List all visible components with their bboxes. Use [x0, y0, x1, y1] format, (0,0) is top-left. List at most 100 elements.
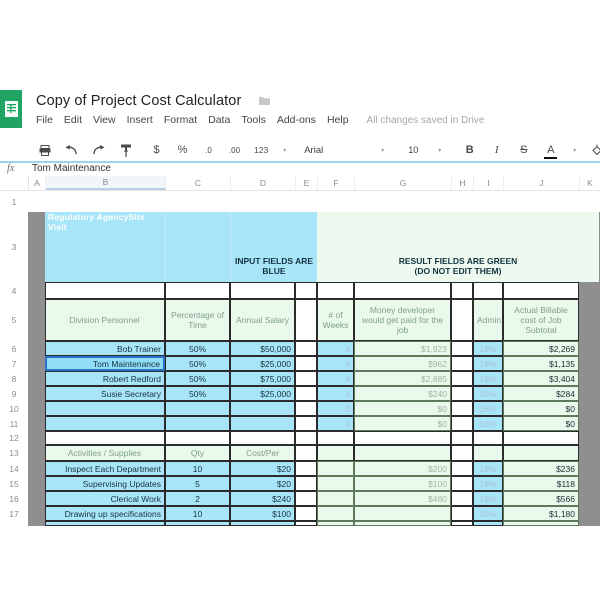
cell-A7[interactable] [28, 356, 45, 371]
cell-D7-salary[interactable]: $25,000 [230, 356, 295, 371]
row-header-partial[interactable] [0, 521, 28, 526]
cell-E17[interactable] [295, 506, 317, 521]
cell-B17-activity[interactable]: Drawing up specifications [45, 506, 165, 521]
column-header-B[interactable]: B [46, 176, 166, 190]
redo-icon[interactable] [92, 142, 105, 158]
column-header-E[interactable]: E [296, 176, 318, 190]
cell-K11[interactable] [579, 416, 600, 431]
cell-D5-header-salary[interactable]: Annual Salary [230, 299, 295, 341]
cell-C3[interactable] [165, 212, 230, 282]
cell-G15-money[interactable]: $100 [354, 476, 451, 491]
row-header-6[interactable]: 6 [0, 341, 28, 356]
cell-F9-weeks[interactable]: 1 [317, 386, 354, 401]
cell-F4[interactable] [317, 282, 354, 299]
cell-B12[interactable] [45, 431, 165, 445]
cell-F-partial[interactable] [317, 521, 354, 526]
cell-G14-money[interactable]: $200 [354, 461, 451, 476]
menu-view[interactable]: View [93, 114, 116, 126]
cell-E15[interactable] [295, 476, 317, 491]
row-header-9[interactable]: 9 [0, 386, 28, 401]
cell-J5-header-subtotal[interactable]: Actual Billable cost of Job Subtotal [503, 299, 579, 341]
decrease-decimal-button[interactable]: .0 [202, 142, 215, 158]
cell-I8-admin[interactable]: 18% [473, 371, 503, 386]
cell-D8-salary[interactable]: $75,000 [230, 371, 295, 386]
font-family-chevron-down-icon[interactable]: ▾ [381, 147, 384, 154]
column-header-A[interactable]: A [29, 176, 46, 190]
cell-E4[interactable] [295, 282, 317, 299]
cell-B9-name[interactable]: Susie Secretary [45, 386, 165, 401]
cell-I16-admin[interactable]: 18% [473, 491, 503, 506]
cell-J16-subtotal[interactable]: $566 [503, 491, 579, 506]
row-header-15[interactable]: 15 [0, 476, 28, 491]
cell-E13[interactable] [295, 445, 317, 461]
cell-C14-qty[interactable]: 10 [165, 461, 230, 476]
column-header-C[interactable]: C [166, 176, 231, 190]
cell-F11-weeks[interactable]: 0 [317, 416, 354, 431]
cell-K15[interactable] [579, 476, 600, 491]
cell-J6-subtotal[interactable]: $2,269 [503, 341, 579, 356]
cell-D12[interactable] [230, 431, 295, 445]
menu-edit[interactable]: Edit [64, 114, 82, 126]
cell-J13[interactable] [503, 445, 579, 461]
cell-B8-name[interactable]: Robert Redford [45, 371, 165, 386]
cell-H13[interactable] [451, 445, 473, 461]
cell-G6-money[interactable]: $1,923 [354, 341, 451, 356]
cell-D3-banner-input[interactable]: INPUT FIELDS ARE BLUE [230, 212, 317, 282]
row-header-17[interactable]: 17 [0, 506, 28, 521]
cell-G9-money[interactable]: $240 [354, 386, 451, 401]
cell-A6[interactable] [28, 341, 45, 356]
cell-J14-subtotal[interactable]: $236 [503, 461, 579, 476]
cell-B16-activity[interactable]: Clerical Work [45, 491, 165, 506]
formula-bar[interactable]: fx Tom Maintenance [0, 160, 600, 177]
cell-G8-money[interactable]: $2,885 [354, 371, 451, 386]
column-header-G[interactable]: G [355, 176, 452, 190]
row-header-3[interactable]: 3 [0, 212, 28, 282]
cell-C8-pct[interactable]: 50% [165, 371, 230, 386]
cell-C6-pct[interactable]: 50% [165, 341, 230, 356]
cell-K9[interactable] [579, 386, 600, 401]
cell-H17[interactable] [451, 506, 473, 521]
menu-data[interactable]: Data [208, 114, 230, 126]
row-header-14[interactable]: 14 [0, 461, 28, 476]
cell-F3-banner-result[interactable]: RESULT FIELDS ARE GREEN (DO NOT EDIT THE… [317, 212, 599, 282]
cell-A13[interactable] [28, 445, 45, 461]
cell-B-partial[interactable] [45, 521, 165, 526]
cell-J7-subtotal[interactable]: $1,135 [503, 356, 579, 371]
cell-K5[interactable] [579, 299, 600, 341]
row-header-7[interactable]: 7 [0, 356, 28, 371]
menu-insert[interactable]: Insert [127, 114, 153, 126]
cell-A-partial[interactable] [28, 521, 45, 526]
cell-A14[interactable] [28, 461, 45, 476]
font-size-select[interactable]: 10 [408, 145, 418, 155]
row-header-5[interactable]: 5 [0, 299, 28, 341]
cell-J11-subtotal[interactable]: $0 [503, 416, 579, 431]
cell-E7[interactable] [295, 356, 317, 371]
undo-icon[interactable] [65, 142, 78, 158]
cell-K4[interactable] [579, 282, 600, 299]
cell-H-partial[interactable] [451, 521, 473, 526]
cell-C13-header-qty[interactable]: Qty [165, 445, 230, 461]
cell-C16-qty[interactable]: 2 [165, 491, 230, 506]
cell-H4[interactable] [451, 282, 473, 299]
cell-A4[interactable] [28, 282, 45, 299]
cell-F17[interactable] [317, 506, 354, 521]
cell-F16[interactable] [317, 491, 354, 506]
cell-F12[interactable] [317, 431, 354, 445]
cell-I11-admin[interactable]: 18% [473, 416, 503, 431]
cell-F7-weeks[interactable]: 4 [317, 356, 354, 371]
cell-J8-subtotal[interactable]: $3,404 [503, 371, 579, 386]
cell-D9-salary[interactable]: $25,000 [230, 386, 295, 401]
cell-A12[interactable] [28, 431, 45, 445]
cell-C9-pct[interactable]: 50% [165, 386, 230, 401]
cell-J12[interactable] [503, 431, 579, 445]
cell-E16[interactable] [295, 491, 317, 506]
cell-I-partial[interactable] [473, 521, 503, 526]
cell-D11-salary[interactable] [230, 416, 295, 431]
cell-C12[interactable] [165, 431, 230, 445]
cell-F14[interactable] [317, 461, 354, 476]
cell-B3-title[interactable]: Regulatory AgencySite Visit [45, 212, 165, 282]
cell-H5[interactable] [451, 299, 473, 341]
bold-button[interactable]: B [463, 142, 476, 158]
cell-B6-name[interactable]: Bob Trainer [45, 341, 165, 356]
cell-C-partial[interactable] [165, 521, 230, 526]
